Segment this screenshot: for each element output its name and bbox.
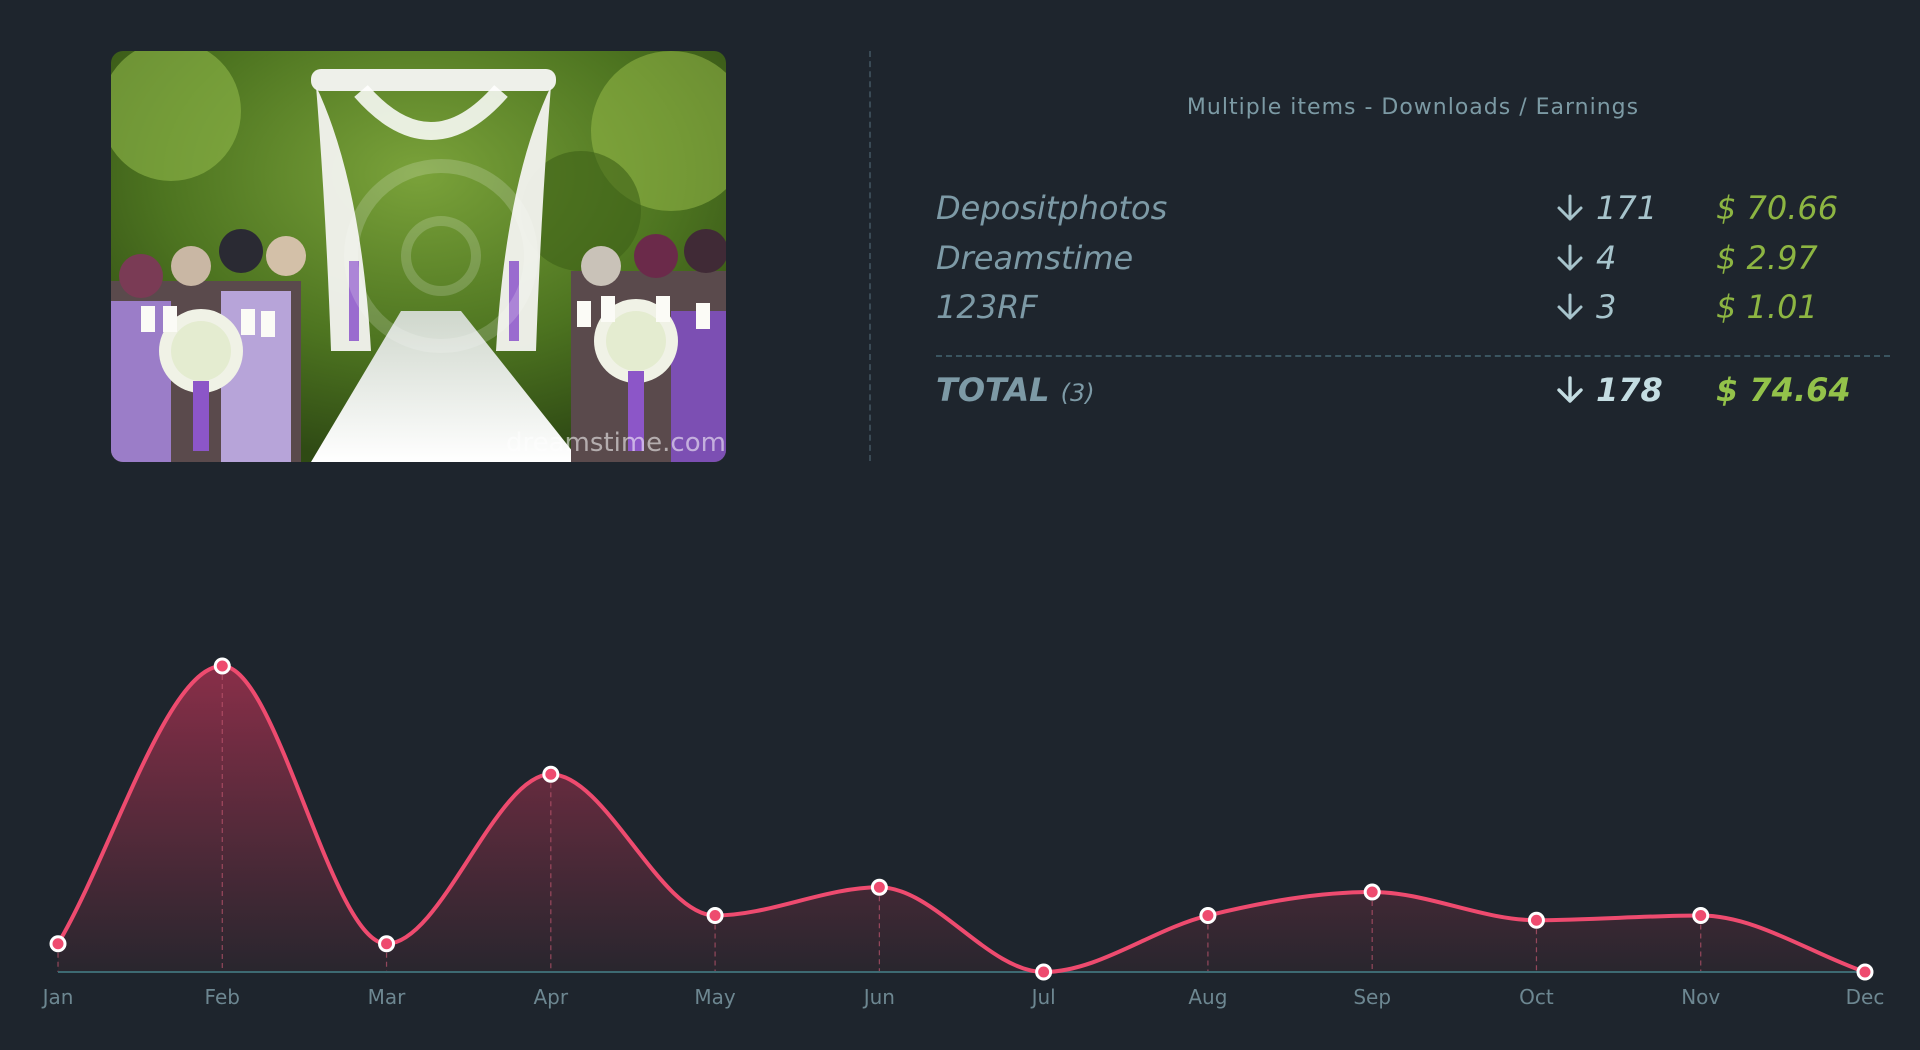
point-jul[interactable] — [1035, 963, 1053, 981]
point-apr[interactable] — [542, 765, 560, 783]
point-jun[interactable] — [870, 878, 888, 896]
point-dec[interactable] — [1856, 963, 1874, 981]
x-tick-label-feb: Feb — [205, 985, 240, 1009]
total-earnings-value: $ 74.64 — [1716, 371, 1851, 409]
total-label-text: TOTAL — [936, 371, 1050, 409]
earnings-value: $ 2.97 — [1716, 239, 1818, 277]
stats-row-depositphotos[interactable]: Depositphotos 171 $ 70.66 — [936, 189, 1890, 239]
vertical-divider — [869, 51, 871, 461]
point-mar[interactable] — [378, 935, 396, 953]
earnings-value: $ 70.66 — [1716, 189, 1839, 227]
arrow-down-icon — [1557, 244, 1583, 271]
arrow-down-icon — [1557, 376, 1583, 403]
point-oct[interactable] — [1527, 911, 1545, 929]
agency-name: Dreamstime — [936, 239, 1134, 277]
x-tick-label-sep: Sep — [1353, 985, 1391, 1009]
stats-title: Multiple items - Downloads / Earnings — [1186, 95, 1640, 120]
stats-row-total: TOTAL (3) 178 $ 74.64 — [936, 371, 1890, 421]
point-may[interactable] — [706, 907, 724, 925]
agency-name: Depositphotos — [936, 189, 1168, 227]
total-downloads-value: 178 — [1596, 371, 1663, 409]
downloads-cell: 171 — [1554, 189, 1657, 227]
stats-row-123rf[interactable]: 123RF 3 $ 1.01 — [936, 288, 1890, 338]
point-sep[interactable] — [1363, 883, 1381, 901]
point-jan[interactable] — [49, 935, 67, 953]
stats-panel: Multiple items - Downloads / Earnings De… — [936, 51, 1890, 461]
downloads-cell: 4 — [1554, 239, 1616, 277]
x-tick-label-jul: Jul — [1030, 985, 1056, 1009]
total-downloads-cell: 178 — [1554, 371, 1663, 409]
agency-name: 123RF — [936, 288, 1038, 326]
x-tick-label-nov: Nov — [1681, 985, 1720, 1009]
series-area — [58, 666, 1865, 972]
downloads-cell: 3 — [1554, 288, 1616, 326]
x-tick-label-oct: Oct — [1519, 985, 1554, 1009]
point-feb[interactable] — [213, 657, 231, 675]
point-nov[interactable] — [1692, 907, 1710, 925]
downloads-value: 4 — [1596, 239, 1617, 277]
x-tick-label-apr: Apr — [534, 985, 569, 1009]
total-separator — [936, 355, 1890, 357]
x-tick-label-jun: Jun — [862, 985, 895, 1009]
earnings-value: $ 1.01 — [1716, 288, 1818, 326]
item-thumbnail[interactable]: dreamstime.com — [111, 51, 726, 462]
total-count: (3) — [1060, 379, 1095, 407]
total-label: TOTAL (3) — [936, 371, 1095, 409]
x-tick-label-jan: Jan — [41, 985, 74, 1009]
downloads-value: 171 — [1596, 189, 1658, 227]
arrow-down-icon — [1557, 194, 1583, 221]
watermark-text: dreamstime.com — [506, 428, 726, 458]
wedding-photo: dreamstime.com — [111, 51, 726, 462]
x-tick-label-mar: Mar — [368, 985, 407, 1009]
monthly-downloads-chart: Jan Feb Mar Apr May Jun Jul Aug Sep Oct Nov Dec — [0, 640, 1920, 1020]
arrow-down-icon — [1557, 293, 1583, 320]
chart-svg: Jan Feb Mar Apr May Jun Jul Aug Sep Oct Nov Dec — [41, 657, 1885, 1009]
x-tick-label-may: May — [694, 985, 736, 1009]
x-tick-label-aug: Aug — [1188, 985, 1227, 1009]
downloads-value: 3 — [1596, 288, 1617, 326]
x-tick-label-dec: Dec — [1846, 985, 1885, 1009]
point-aug[interactable] — [1199, 907, 1217, 925]
stats-row-dreamstime[interactable]: Dreamstime 4 $ 2.97 — [936, 239, 1890, 289]
